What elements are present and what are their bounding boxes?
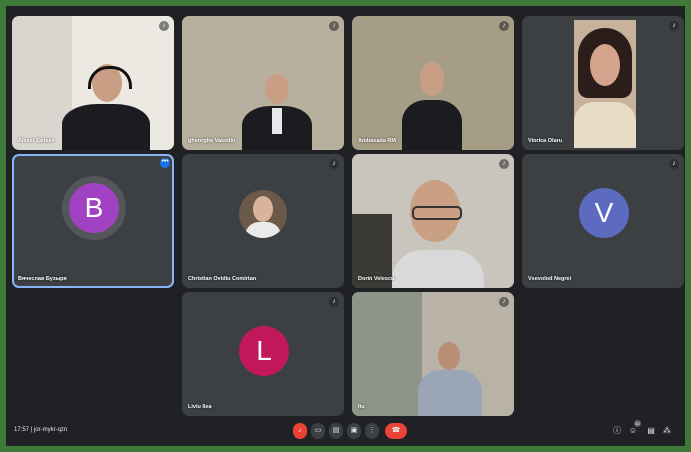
participant-tile[interactable]: V ♪ Vsevolod Negrei [522,154,684,288]
mic-muted-icon: ♪ [669,21,679,31]
present-icon[interactable]: ▣ [347,423,361,439]
people-count-badge: 10 [634,420,641,427]
end-call-icon[interactable]: ☎ [385,423,407,439]
info-icon[interactable]: ⓘ [611,424,623,438]
meeting-time-code: 17:57 | jor-mykr-qzn [14,427,68,433]
mic-muted-icon: ♪ [329,297,339,307]
participant-tile[interactable]: ♪ Viorica Olaru [522,16,684,150]
participant-name: Alexei Zaitsev [18,138,55,144]
participant-tile[interactable]: ♪ Alexei Zaitsev [12,16,174,150]
chat-icon[interactable]: ▤ [645,424,657,438]
glasses [412,206,462,220]
avatar: L [239,326,289,376]
participant-name: Christian Ovidiu Comirtan [188,276,257,282]
participant-face [420,62,444,96]
participant-video [574,20,636,148]
participant-body [574,102,636,148]
participant-face [590,44,620,86]
participant-video-circle [239,190,287,238]
more-vert-icon[interactable]: ⋮ [365,423,379,439]
avatar-initial: L [256,335,272,366]
participant-tile[interactable]: ♪ Dorin Velescu [352,154,514,288]
avatar-initial: B [84,192,104,223]
mic-muted-icon: ♪ [329,159,339,169]
mic-muted-icon: ♪ [669,159,679,169]
mic-muted-icon: ♪ [499,159,509,169]
mic-muted-icon: ♪ [499,297,509,307]
participant-name: Dorin Velescu [358,276,395,282]
people-icon[interactable]: ☺ 10 [627,420,641,438]
participant-tile[interactable]: ♪ Ambasada RM [352,16,514,150]
bottom-bar: 17:57 | jor-mykr-qzn ♪ ▭ ▤ ▣ ⋮ ☎ ⓘ ☺ 10 … [6,420,685,446]
mic-icon[interactable]: ♪ [293,423,307,439]
shirt [272,108,282,134]
participant-name: gheorghe Vasedin [188,138,236,144]
participant-tile[interactable]: L ♪ Liviu Ilea [182,292,344,416]
mic-muted-icon: ♪ [159,21,169,31]
avatar-initial: V [594,197,614,228]
participant-name: Viorica Olaru [528,138,563,144]
activities-icon[interactable]: ⁂ [661,424,673,438]
participant-tile[interactable]: B ••• Вячеслав Бузыря [12,154,174,288]
participant-name: Вячеслав Бузыря [18,276,67,282]
participant-body [392,250,484,288]
window-light [352,292,422,416]
participant-tile[interactable]: ♪ Christian Ovidiu Comirtan [182,154,344,288]
participant-tile[interactable]: ♪ gheorghe Vasedin [182,16,344,150]
captions-icon[interactable]: ▤ [329,423,343,439]
more-options-icon[interactable]: ••• [160,158,170,168]
participant-body [245,222,281,238]
participant-tile[interactable]: ♪ Itu [352,292,514,416]
avatar: B [69,183,119,233]
camera-icon[interactable]: ▭ [311,423,325,439]
meet-window: ♪ Alexei Zaitsev ♪ gheorghe Vasedin ♪ Am… [6,6,685,446]
participant-face [438,342,460,370]
participant-body [418,370,482,416]
participant-video [62,104,150,150]
participant-face [265,74,289,104]
mic-muted-icon: ♪ [329,21,339,31]
participant-face [253,196,273,222]
participant-name: Itu [358,404,365,410]
participant-name: Vsevolod Negrei [528,276,572,282]
participant-name: Ambasada RM [358,138,396,144]
participant-video [402,100,462,150]
avatar: V [579,188,629,238]
mic-muted-icon: ♪ [499,21,509,31]
side-controls: ⓘ ☺ 10 ▤ ⁂ [611,420,677,440]
participant-name: Liviu Ilea [188,404,212,410]
